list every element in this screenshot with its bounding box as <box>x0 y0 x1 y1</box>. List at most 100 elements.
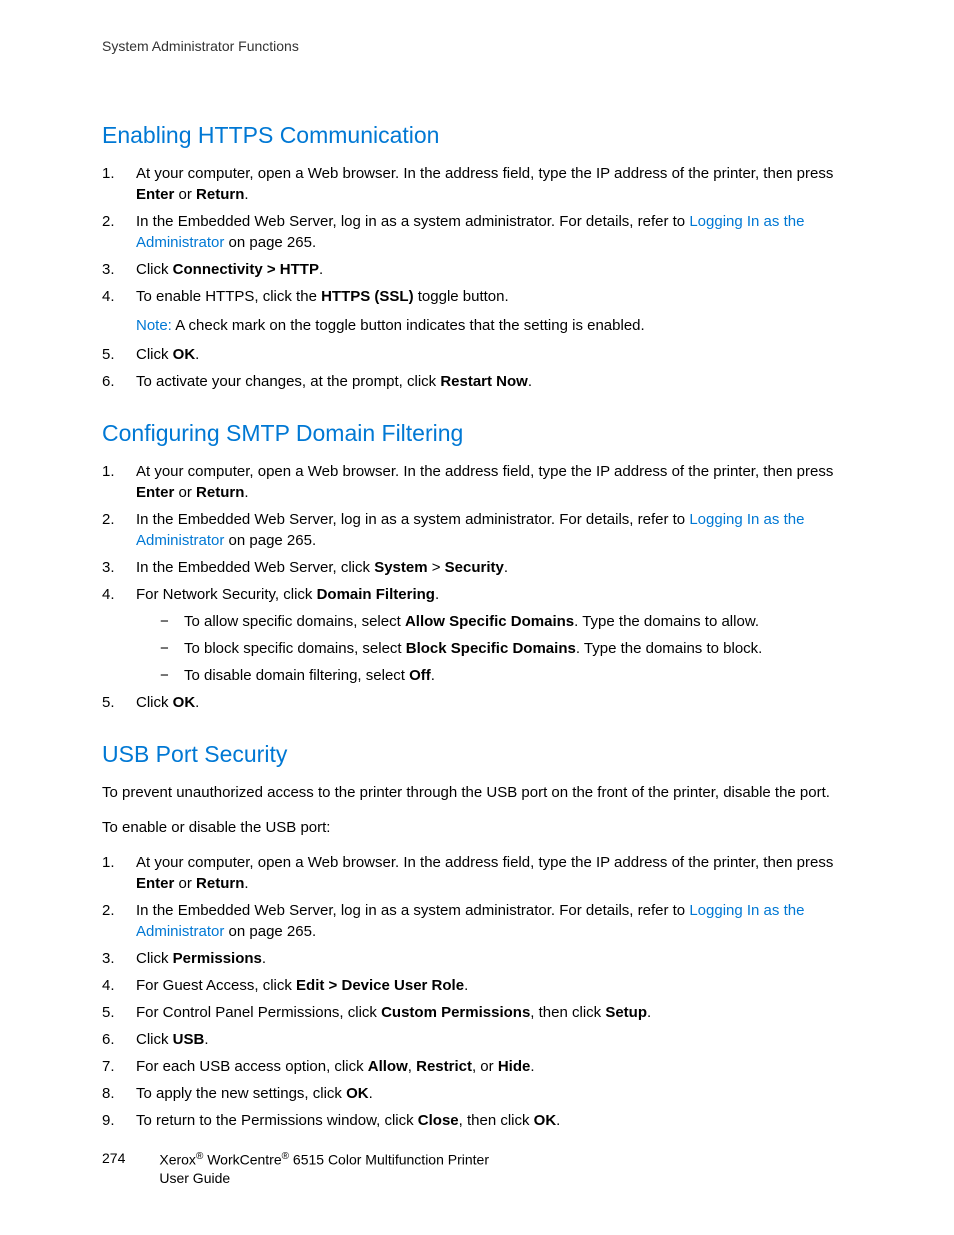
note-label: Note: <box>136 317 172 334</box>
heading-enabling-https: Enabling HTTPS Communication <box>102 122 852 149</box>
text: . <box>262 950 266 967</box>
s2-step2: In the Embedded Web Server, log in as a … <box>102 509 852 551</box>
text: or <box>174 186 196 203</box>
text-bold: > <box>324 977 341 994</box>
text: , then click <box>459 1112 534 1129</box>
text: . <box>204 1031 208 1048</box>
text-bold: USB <box>173 1031 205 1048</box>
text-bold: Enter <box>136 186 174 203</box>
text-bold: Allow <box>368 1058 408 1075</box>
text-bold: Close <box>418 1112 459 1129</box>
text: . <box>556 1112 560 1129</box>
text: . <box>504 559 508 576</box>
text: . <box>647 1004 651 1021</box>
s3-step7: For each USB access option, click Allow,… <box>102 1056 852 1077</box>
text-bold: OK <box>173 346 196 363</box>
text-bold: Return <box>196 875 244 892</box>
text-bold: OK <box>534 1112 557 1129</box>
s1-step6: To activate your changes, at the prompt,… <box>102 371 852 392</box>
text: on page 265. <box>224 532 316 549</box>
text-bold: HTTP <box>280 261 319 278</box>
text: . <box>244 484 248 501</box>
text: For Network Security, click <box>136 586 317 603</box>
text-bold: Restrict <box>416 1058 472 1075</box>
text-bold: HTTPS (SSL) <box>321 288 414 305</box>
text: Click <box>136 950 173 967</box>
text: . <box>464 977 468 994</box>
s1-step4: To enable HTTPS, click the HTTPS (SSL) t… <box>102 286 852 336</box>
text: To activate your changes, at the prompt,… <box>136 373 440 390</box>
section3-steps: At your computer, open a Web browser. In… <box>102 852 852 1131</box>
text-bold: Block Specific Domains <box>406 640 576 657</box>
reg-symbol: ® <box>282 1151 289 1162</box>
page-footer: 274 Xerox® WorkCentre® 6515 Color Multif… <box>102 1150 489 1187</box>
text: 6515 Color Multifunction Printer <box>289 1152 489 1168</box>
text: In the Embedded Web Server, log in as a … <box>136 511 689 528</box>
text-bold: Off <box>409 667 431 684</box>
text: , then click <box>530 1004 605 1021</box>
s1-step2: In the Embedded Web Server, log in as a … <box>102 211 852 253</box>
text: User Guide <box>159 1169 489 1187</box>
text: . <box>528 373 532 390</box>
s2-sub1: To allow specific domains, select Allow … <box>136 611 852 632</box>
s3-step3: Click Permissions. <box>102 948 852 969</box>
text: To allow specific domains, select <box>184 613 405 630</box>
s3-lead: To enable or disable the USB port: <box>102 817 852 838</box>
text-bold: Edit <box>296 977 324 994</box>
text: Click <box>136 346 173 363</box>
s3-step1: At your computer, open a Web browser. In… <box>102 852 852 894</box>
s1-step1: At your computer, open a Web browser. In… <box>102 163 852 205</box>
text: . Type the domains to allow. <box>574 613 759 630</box>
s2-step4: For Network Security, click Domain Filte… <box>102 584 852 686</box>
text: In the Embedded Web Server, log in as a … <box>136 902 689 919</box>
text: > <box>428 559 445 576</box>
text: Click <box>136 261 173 278</box>
text: To disable domain filtering, select <box>184 667 409 684</box>
text: In the Embedded Web Server, log in as a … <box>136 213 689 230</box>
section2-steps: At your computer, open a Web browser. In… <box>102 461 852 713</box>
s2-sub3: To disable domain filtering, select Off. <box>136 665 852 686</box>
text: on page 265. <box>224 234 316 251</box>
text-bold: Enter <box>136 484 174 501</box>
text: or <box>174 875 196 892</box>
chapter-label: System Administrator Functions <box>102 38 852 54</box>
text: . <box>530 1058 534 1075</box>
text: For each USB access option, click <box>136 1058 368 1075</box>
text-bold: Return <box>196 484 244 501</box>
text: To block specific domains, select <box>184 640 406 657</box>
text: Xerox <box>159 1152 196 1168</box>
text: Click <box>136 1031 173 1048</box>
text: , <box>408 1058 416 1075</box>
s2-step3: In the Embedded Web Server, click System… <box>102 557 852 578</box>
s3-step8: To apply the new settings, click OK. <box>102 1083 852 1104</box>
text-bold: Restart Now <box>440 373 528 390</box>
text: . <box>244 875 248 892</box>
section1-steps: At your computer, open a Web browser. In… <box>102 163 852 392</box>
text: . <box>195 346 199 363</box>
s3-intro: To prevent unauthorized access to the pr… <box>102 782 852 803</box>
note: Note: A check mark on the toggle button … <box>136 315 852 336</box>
text-bold: > <box>263 261 280 278</box>
text: At your computer, open a Web browser. In… <box>136 165 833 182</box>
s1-step5: Click OK. <box>102 344 852 365</box>
text: In the Embedded Web Server, click <box>136 559 374 576</box>
text-bold: Connectivity <box>173 261 263 278</box>
text: At your computer, open a Web browser. In… <box>136 463 833 480</box>
s3-step2: In the Embedded Web Server, log in as a … <box>102 900 852 942</box>
text: . <box>435 586 439 603</box>
note-text: A check mark on the toggle button indica… <box>172 317 645 334</box>
s3-step9: To return to the Permissions window, cli… <box>102 1110 852 1131</box>
text: Click <box>136 694 173 711</box>
heading-smtp-domain: Configuring SMTP Domain Filtering <box>102 420 852 447</box>
text-bold: Security <box>445 559 504 576</box>
text: For Control Panel Permissions, click <box>136 1004 381 1021</box>
text: To return to the Permissions window, cli… <box>136 1112 418 1129</box>
text: on page 265. <box>224 923 316 940</box>
text-bold: OK <box>346 1085 369 1102</box>
text-bold: Domain Filtering <box>317 586 435 603</box>
text: WorkCentre <box>203 1152 281 1168</box>
page-number: 274 <box>102 1150 125 1166</box>
text-bold: Allow Specific Domains <box>405 613 574 630</box>
text: To enable HTTPS, click the <box>136 288 321 305</box>
text-bold: OK <box>173 694 196 711</box>
